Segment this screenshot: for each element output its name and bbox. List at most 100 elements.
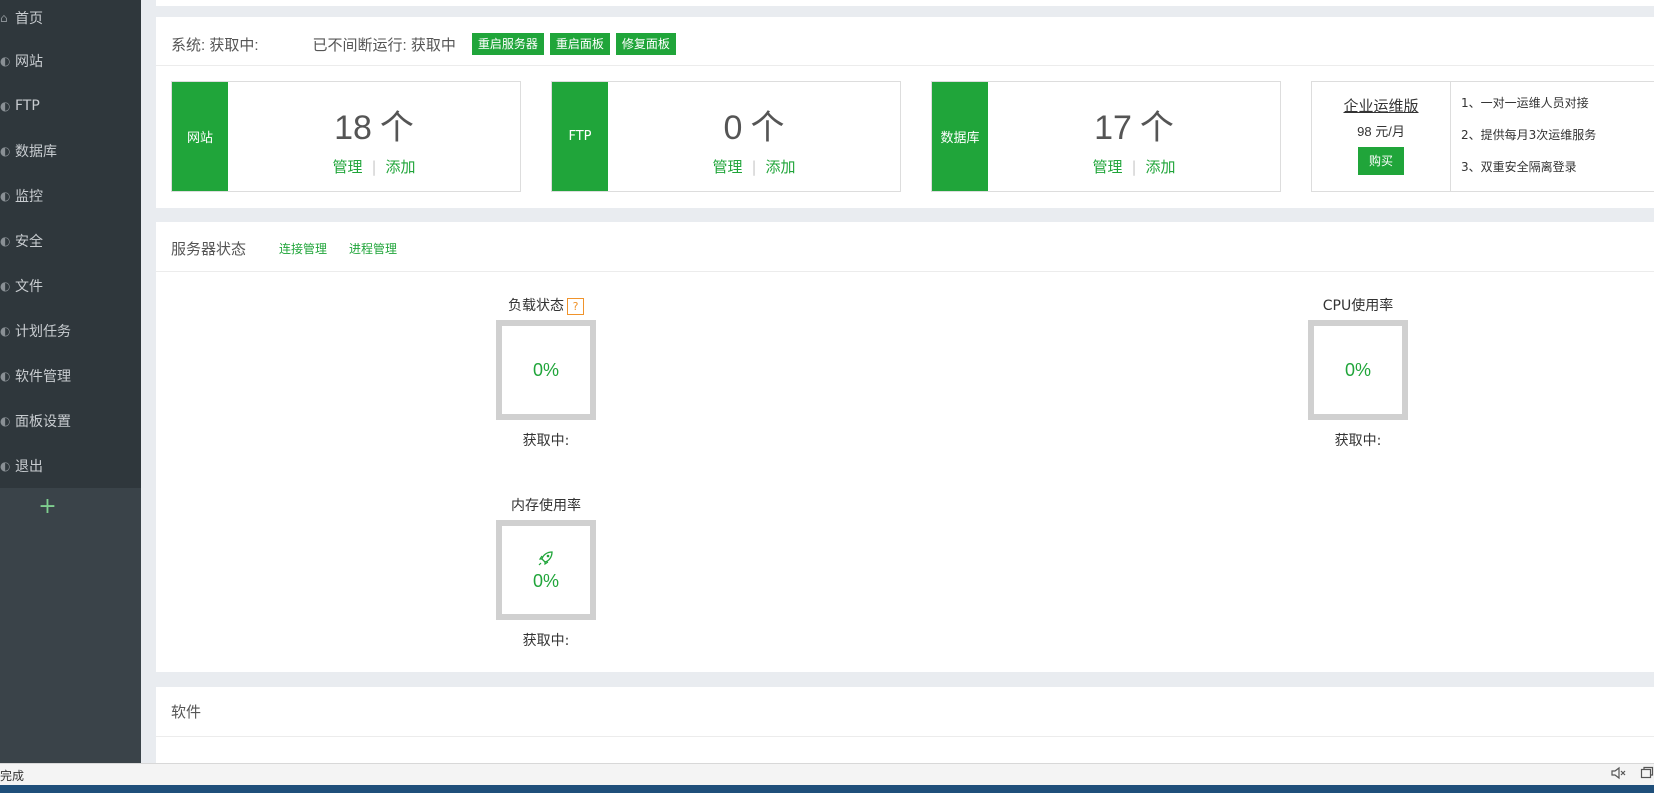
link-separator: | — [1131, 158, 1137, 176]
sidebar-item-label: 软件管理 — [15, 368, 71, 385]
site-count: 18 个 — [228, 100, 520, 149]
uptime-label: 已不间断运行: 获取中 — [312, 36, 456, 54]
database-icon: ◐ — [0, 143, 11, 158]
gauge-status: 获取中: — [522, 633, 570, 649]
count-value: 18 — [334, 109, 372, 147]
sidebar-item-ftp[interactable]: ◐ FTP — [0, 83, 141, 128]
divider — [156, 736, 1654, 737]
count-value: 17 — [1094, 109, 1132, 147]
browser-status-bar: 完成 — [0, 763, 1654, 785]
sidebar-item-software[interactable]: ◐ 软件管理 — [0, 353, 141, 398]
count-value: 0 — [723, 109, 743, 147]
restart-panel-button[interactable]: 重启面板 — [549, 33, 610, 55]
gauge-title: CPU使用率 — [1322, 298, 1394, 314]
memory-gauge: 内存使用率 0% 获取中: — [486, 496, 606, 650]
gauge-ring[interactable]: 0% — [496, 520, 596, 620]
manage-link[interactable]: 管理 — [1092, 158, 1122, 176]
feature-item: 2、提供每月3次运维服务 — [1461, 128, 1597, 142]
top-panel — [156, 0, 1654, 6]
database-card: 数据库 17 个 管理 | 添加 — [931, 81, 1281, 192]
ftp-count: 0个 — [608, 100, 900, 149]
promo-price: 98 元/月 — [1357, 124, 1405, 139]
gauge-status: 获取中: — [522, 433, 570, 449]
sidebar-item-files[interactable]: ◐ 文件 — [0, 263, 141, 308]
shield-icon: ◐ — [0, 233, 11, 248]
restart-server-button[interactable]: 重启服务器 — [471, 33, 544, 55]
system-label: 系统: 获取中: — [171, 36, 259, 54]
repair-panel-button[interactable]: 修复面板 — [615, 33, 676, 55]
system-info: 系统: 获取中: 已不间断运行: 获取中 重启服务器 重启面板 修复面板 — [171, 31, 676, 57]
add-link[interactable]: 添加 — [1146, 158, 1176, 176]
database-count: 17 个 — [988, 100, 1280, 149]
buy-button[interactable]: 购买 — [1358, 147, 1404, 175]
sidebar-item-monitor[interactable]: ◐ 监控 — [0, 173, 141, 218]
software-panel: 软件 — [156, 687, 1654, 763]
sidebar-item-label: 文件 — [15, 278, 43, 295]
mute-icon[interactable] — [1611, 766, 1627, 784]
divider — [156, 271, 1654, 272]
link-separator: | — [371, 158, 377, 176]
gauge-title: 负载状态? — [486, 296, 606, 316]
promo-features: 1、一对一运维人员对接 2、提供每月3次运维服务 3、双重安全隔离登录 — [1461, 92, 1596, 188]
feature-item: 1、一对一运维人员对接 — [1461, 96, 1589, 110]
system-panel: 系统: 获取中: 已不间断运行: 获取中 重启服务器 重启面板 修复面板 网站 … — [156, 17, 1654, 208]
card-links: 管理 | 添加 — [608, 156, 900, 177]
add-link[interactable]: 添加 — [386, 158, 416, 176]
card-tag: FTP — [552, 82, 608, 191]
sidebar-item-label: 数据库 — [15, 143, 57, 160]
folder-icon: ◐ — [0, 278, 11, 293]
logout-icon: ◐ — [0, 458, 11, 473]
load-gauge: 负载状态? 0% 获取中: — [486, 296, 606, 450]
process-manage-link[interactable]: 进程管理 — [349, 240, 397, 257]
sidebar-item-home[interactable]: ⌂ 首页 — [0, 0, 141, 38]
sidebar-item-label: 首页 — [15, 11, 43, 27]
help-icon[interactable]: ? — [567, 297, 584, 315]
sidebar-item-crontab[interactable]: ◐ 计划任务 — [0, 308, 141, 353]
website-card: 网站 18 个 管理 | 添加 — [171, 81, 521, 192]
gauge-value: 0% — [1344, 359, 1371, 380]
gauge-title-text: 负载状态 — [508, 298, 564, 314]
gauge-title: 内存使用率 — [511, 498, 581, 514]
apps-icon: ◐ — [0, 368, 11, 383]
status-title: 服务器状态 — [171, 239, 247, 258]
gauge-ring[interactable]: 0% — [496, 320, 596, 420]
sidebar-item-label: 退出 — [15, 458, 43, 475]
link-separator: | — [751, 158, 757, 176]
calendar-icon: ◐ — [0, 323, 11, 338]
sidebar-item-security[interactable]: ◐ 安全 — [0, 218, 141, 263]
sidebar-menu: ⌂ 首页 ◐ 网站 ◐ FTP ◐ 数据库 ◐ 监控 ◐ 安全 ◐ 文件 ◐ 计划任务 ◐ 软件管… — [0, 0, 141, 488]
promo-title-link[interactable]: 企业运维版 — [1312, 95, 1450, 116]
add-link[interactable]: 添加 — [766, 158, 796, 176]
manage-link[interactable]: 管理 — [712, 158, 742, 176]
count-unit: 个 — [1139, 109, 1174, 147]
add-shortcut-button[interactable]: + — [0, 494, 95, 519]
sidebar-item-logout[interactable]: ◐ 退出 — [0, 443, 141, 488]
software-title: 软件 — [171, 703, 202, 721]
window-icon[interactable] — [1640, 766, 1654, 784]
gauge-ring[interactable]: 0% — [1308, 320, 1408, 420]
sidebar-item-label: 网站 — [15, 53, 43, 70]
sidebar-item-label: 面板设置 — [15, 413, 71, 430]
monitor-icon: ◐ — [0, 188, 11, 203]
card-tag: 数据库 — [932, 82, 988, 191]
gauge-value: 0% — [532, 570, 559, 591]
card-links: 管理 | 添加 — [988, 156, 1280, 177]
sidebar: ⌂ 首页 ◐ 网站 ◐ FTP ◐ 数据库 ◐ 监控 ◐ 安全 ◐ 文件 ◐ 计划任务 ◐ 软件管… — [0, 0, 141, 763]
sidebar-item-database[interactable]: ◐ 数据库 — [0, 128, 141, 173]
status-text: 完成 — [0, 769, 25, 783]
connection-manage-link[interactable]: 连接管理 — [279, 240, 327, 257]
globe-icon: ◐ — [0, 53, 11, 68]
ftp-card: FTP 0个 管理 | 添加 — [551, 81, 901, 192]
sidebar-item-website[interactable]: ◐ 网站 — [0, 38, 141, 83]
sidebar-item-settings[interactable]: ◐ 面板设置 — [0, 398, 141, 443]
manage-link[interactable]: 管理 — [332, 158, 362, 176]
rocket-icon[interactable] — [537, 549, 555, 569]
sidebar-item-label: 监控 — [15, 188, 43, 205]
cpu-gauge: CPU使用率 0% 获取中: — [1298, 296, 1418, 450]
status-header: 服务器状态 连接管理 进程管理 — [171, 236, 397, 260]
home-icon: ⌂ — [0, 11, 8, 25]
count-unit: 个 — [750, 109, 785, 147]
card-tag: 网站 — [172, 82, 228, 191]
gauge-status: 获取中: — [1334, 433, 1382, 449]
gauge-value: 0% — [532, 359, 559, 380]
